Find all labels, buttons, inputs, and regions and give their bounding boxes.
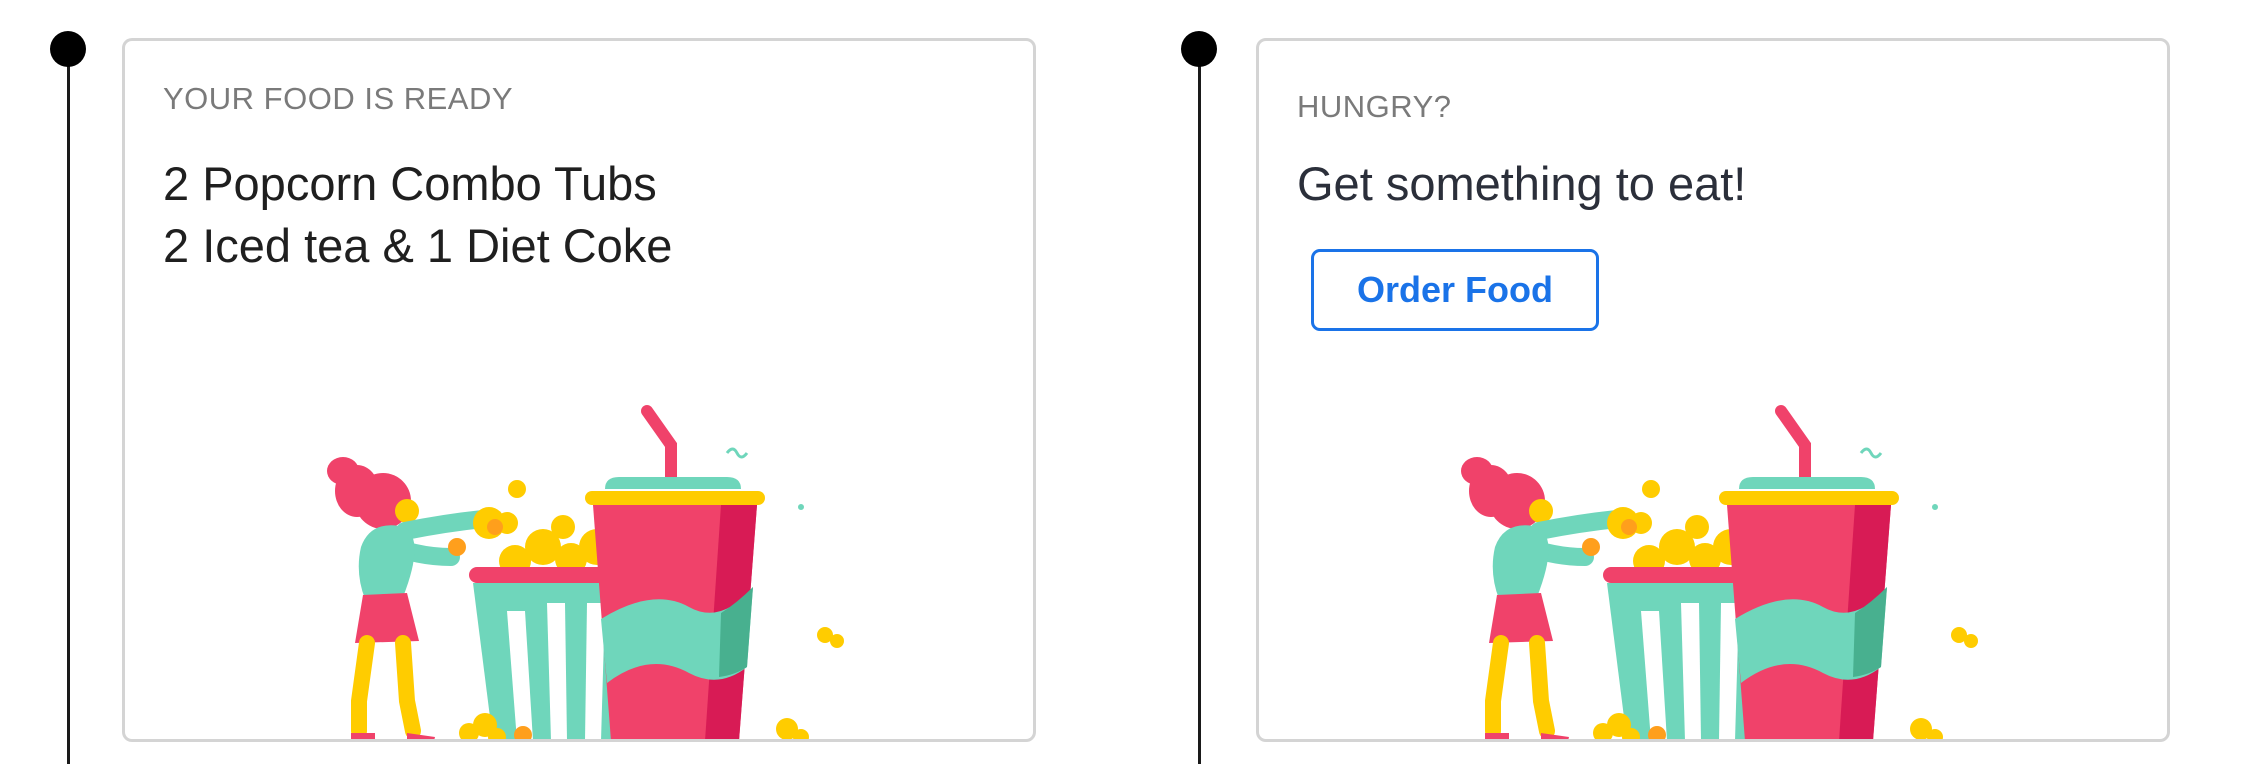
timeline-line bbox=[67, 48, 70, 764]
headline-line: Get something to eat! bbox=[1297, 157, 1747, 210]
food-ready-card: YOUR FOOD IS READY 2 Popcorn Combo Tubs … bbox=[122, 38, 1036, 742]
timeline-line bbox=[1198, 48, 1201, 764]
card-headline: Get something to eat! bbox=[1297, 153, 1746, 215]
hungry-card: HUNGRY? Get something to eat! Order Food bbox=[1256, 38, 2170, 742]
timeline-dot bbox=[1181, 31, 1217, 67]
order-summary: 2 Popcorn Combo Tubs 2 Iced tea & 1 Diet… bbox=[163, 153, 672, 277]
order-line: 2 Popcorn Combo Tubs bbox=[163, 157, 657, 210]
order-food-button[interactable]: Order Food bbox=[1311, 249, 1599, 331]
timeline-dot bbox=[50, 31, 86, 67]
popcorn-combo-illustration bbox=[327, 405, 844, 739]
popcorn-combo-illustration bbox=[1461, 405, 1978, 739]
order-line: 2 Iced tea & 1 Diet Coke bbox=[163, 219, 673, 272]
card-eyebrow: YOUR FOOD IS READY bbox=[163, 81, 514, 116]
card-eyebrow: HUNGRY? bbox=[1297, 89, 1452, 124]
